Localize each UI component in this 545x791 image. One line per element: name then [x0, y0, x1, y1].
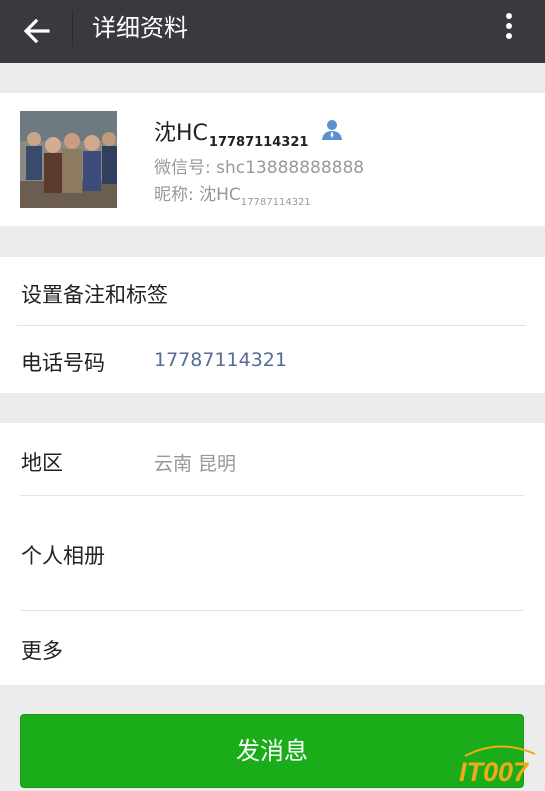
wechat-id: 微信号: shc13888888888 [154, 153, 364, 178]
watermark-logo: IT007 [459, 745, 536, 787]
personal-album-item[interactable]: 个人相册 [21, 540, 105, 570]
contact-person-icon [322, 120, 342, 140]
notes-section: 设置备注和标签 电话号码 17787114321 [0, 257, 545, 393]
contact-name-suffix: 17787114321 [208, 135, 309, 150]
info-section: 地区 云南 昆明 个人相册 更多 [0, 423, 545, 685]
row-divider [20, 610, 524, 611]
more-item[interactable]: 更多 [21, 635, 63, 665]
wechat-id-value: shc13888888888 [216, 158, 365, 178]
top-bar: 详细资料 [0, 0, 545, 63]
region-label: 地区 [21, 451, 63, 475]
nickname: 昵称: 沈HC17787114321 [154, 180, 311, 208]
row-divider [20, 495, 524, 496]
contact-name-text: 沈HC [154, 121, 208, 146]
phone-number-link[interactable]: 17787114321 [154, 349, 287, 371]
nickname-suffix: 17787114321 [240, 197, 311, 208]
nickname-label: 昵称: [154, 185, 200, 205]
page-title: 详细资料 [92, 14, 188, 42]
watermark-text: IT007 [459, 757, 530, 787]
row-divider [17, 325, 526, 326]
phone-label: 电话号码 [21, 351, 105, 375]
send-message-button[interactable]: 发消息 [20, 714, 524, 788]
nickname-value: 沈HC [199, 185, 241, 205]
wechat-id-label: 微信号: [154, 158, 217, 178]
profile-card: 沈HC17787114321 微信号: shc13888888888 昵称: 沈… [0, 93, 545, 226]
avatar[interactable] [20, 111, 117, 208]
contact-name: 沈HC17787114321 [154, 115, 309, 150]
set-remarks-tags-item[interactable]: 设置备注和标签 [21, 279, 168, 309]
header-divider [72, 11, 73, 47]
back-arrow-icon[interactable] [18, 11, 58, 51]
region-value: 云南 昆明 [154, 453, 237, 475]
more-options-icon[interactable] [496, 10, 522, 50]
